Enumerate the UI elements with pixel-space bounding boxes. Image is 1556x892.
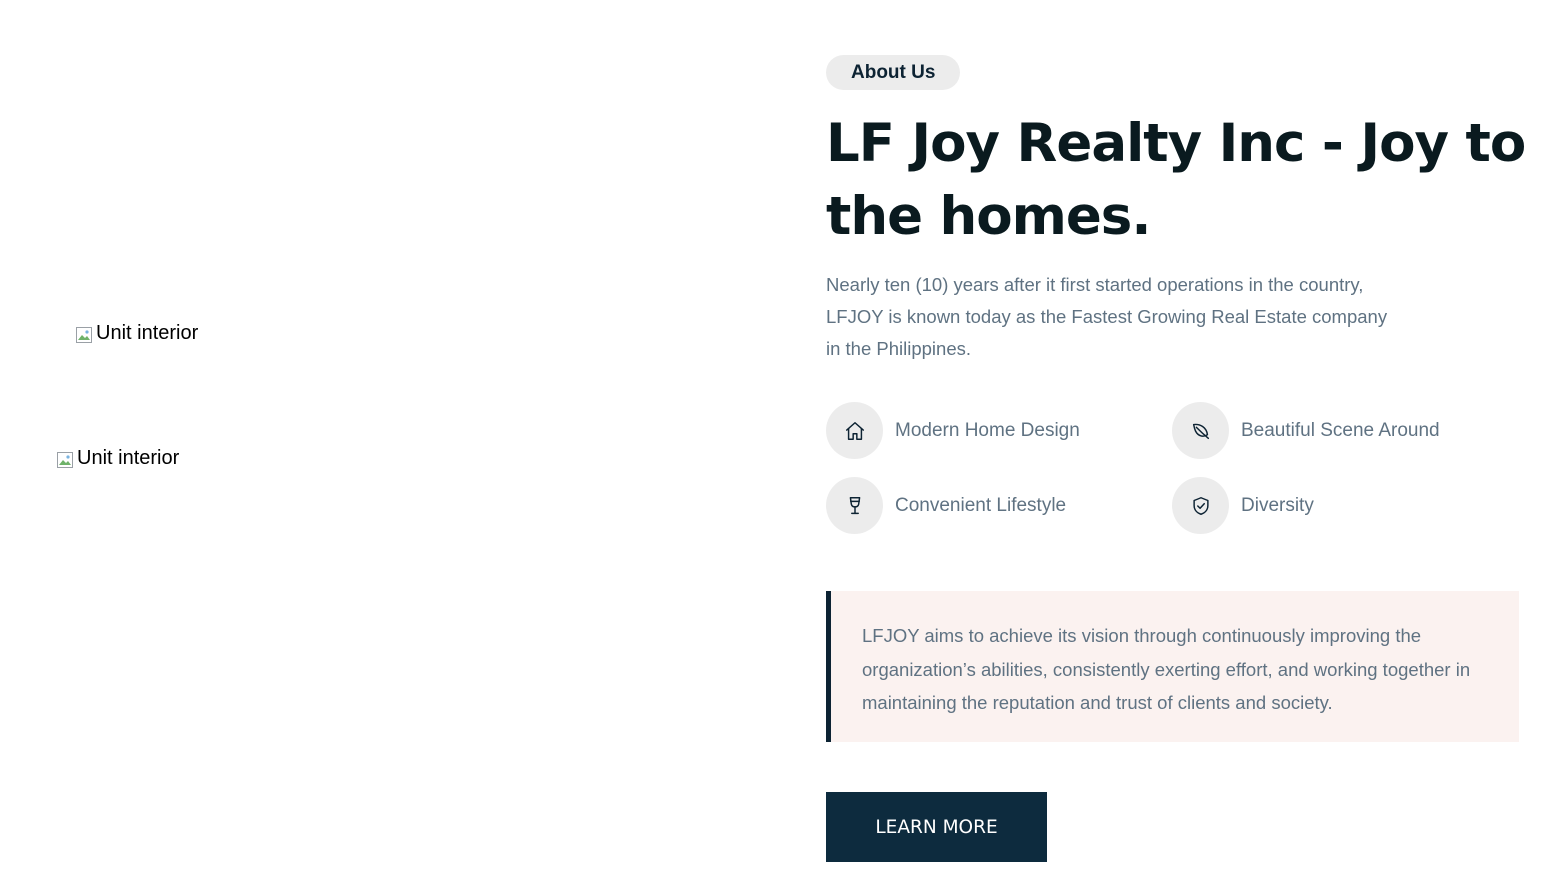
learn-more-button[interactable]: LEARN MORE <box>826 792 1047 862</box>
feature-diversity: Diversity <box>1172 477 1314 534</box>
broken-image-icon <box>76 325 92 343</box>
about-description: Nearly ten (10) years after it first sta… <box>826 274 1388 359</box>
mission-quote: LFJOY aims to achieve its vision through… <box>826 591 1519 742</box>
feature-label: Beautiful Scene Around <box>1241 419 1440 441</box>
wine-glass-icon <box>826 477 883 534</box>
broken-image-icon <box>57 450 73 468</box>
unit-interior-image-1: Unit interior <box>76 321 198 345</box>
feature-label: Diversity <box>1241 494 1314 516</box>
page-title: LF Joy Realty Inc - Joy to the homes. <box>826 113 1526 247</box>
leaf-icon <box>1172 402 1229 459</box>
image-alt-text: Unit interior <box>96 322 199 344</box>
feature-convenient-lifestyle: Convenient Lifestyle <box>826 477 1066 534</box>
feature-label: Convenient Lifestyle <box>895 494 1067 516</box>
about-us-badge: About Us <box>826 55 961 90</box>
unit-interior-image-2: Unit interior <box>57 446 179 470</box>
home-icon <box>826 402 883 459</box>
image-alt-text: Unit interior <box>77 447 180 469</box>
feature-beautiful-scene-around: Beautiful Scene Around <box>1172 402 1440 459</box>
quote-text: LFJOY aims to achieve its vision through… <box>862 625 1471 713</box>
feature-label: Modern Home Design <box>895 419 1080 441</box>
shield-check-icon <box>1172 477 1229 534</box>
feature-modern-home-design: Modern Home Design <box>826 402 1080 459</box>
